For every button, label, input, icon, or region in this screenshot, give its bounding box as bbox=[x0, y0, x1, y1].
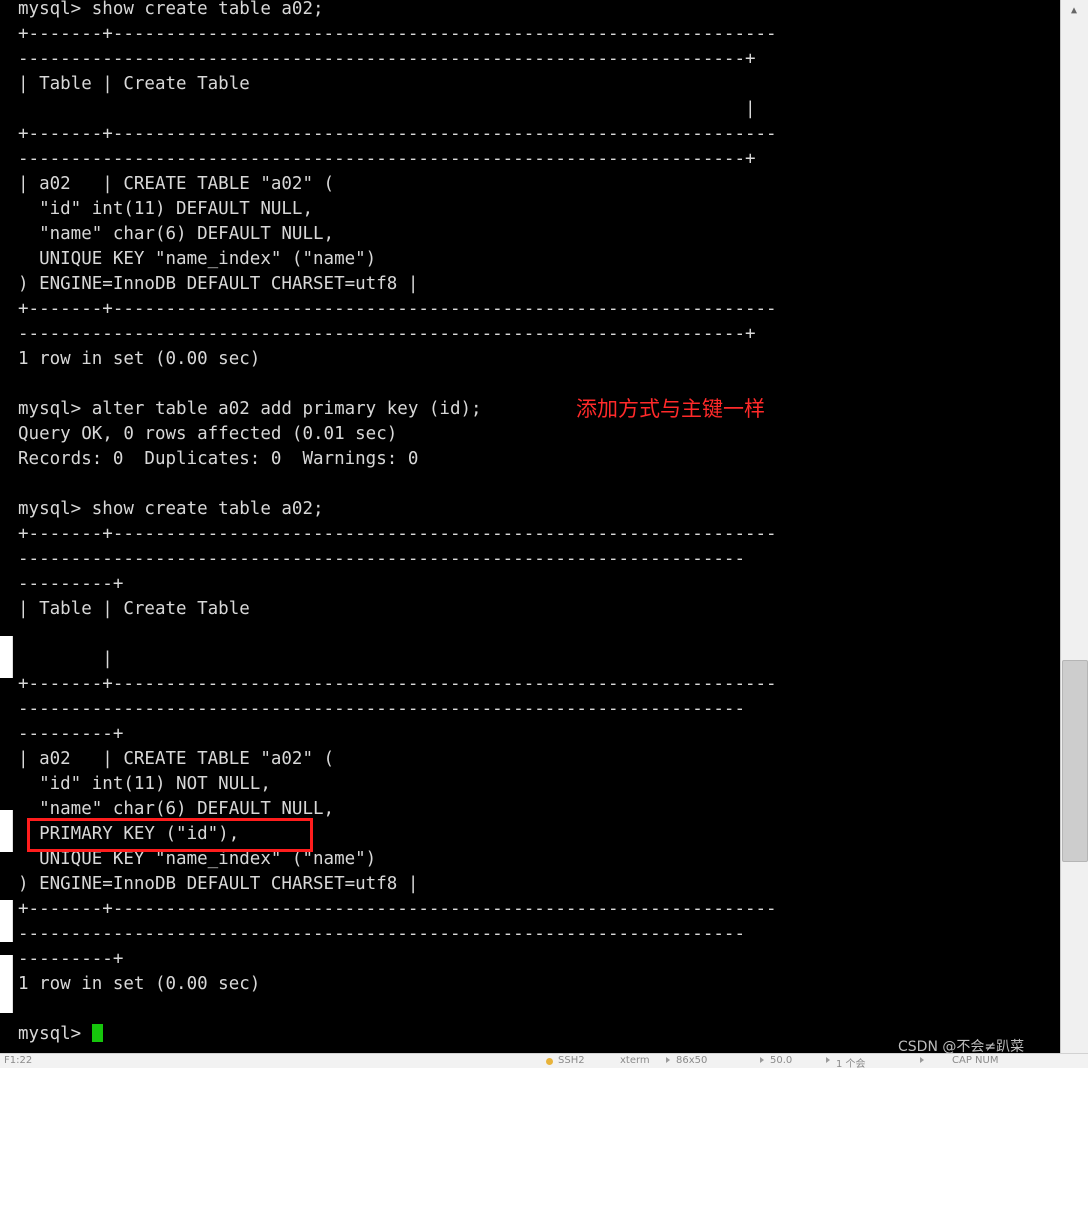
terminal-line: ) ENGINE=InnoDB DEFAULT CHARSET=utf8 | bbox=[18, 274, 419, 294]
terminal-scrollbar-track[interactable] bbox=[1060, 0, 1088, 1053]
screenshot-root: mysql> show create table a02; +-------+--… bbox=[0, 0, 1088, 1070]
terminal-cursor bbox=[91, 1024, 103, 1042]
status-separator-icon-4 bbox=[920, 1057, 924, 1063]
terminal-line: ----------------------------------------… bbox=[18, 924, 745, 944]
terminal-line: ----------------------------------------… bbox=[18, 699, 745, 719]
window-edge-segment-1 bbox=[0, 636, 13, 678]
annotation-highlight-box bbox=[27, 818, 313, 852]
status-bar: F1:22 SSH2 xterm 86x50 50.0 1 个会 CAP NUM bbox=[0, 1053, 1088, 1070]
status-separator-icon-2 bbox=[760, 1057, 764, 1063]
terminal-output-area[interactable]: mysql> show create table a02; +-------+--… bbox=[0, 0, 1060, 1053]
terminal-line: mysql> show create table a02; bbox=[18, 499, 324, 519]
terminal-line: | bbox=[18, 649, 113, 669]
terminal-line: "id" int(11) DEFAULT NULL, bbox=[18, 199, 314, 219]
status-keyboard-state: CAP NUM bbox=[952, 1055, 999, 1066]
terminal-line: | a02 | CREATE TABLE "a02" ( bbox=[18, 749, 335, 769]
scroll-up-arrow-icon[interactable]: ▲ bbox=[1062, 2, 1086, 20]
terminal-line: "id" int(11) NOT NULL, bbox=[18, 774, 271, 794]
status-session-count: 1 个会 bbox=[836, 1059, 866, 1070]
status-terminal-type: xterm bbox=[620, 1055, 650, 1066]
terminal-scrollbar-thumb[interactable] bbox=[1062, 660, 1088, 862]
status-terminal-size: 86x50 bbox=[676, 1055, 708, 1066]
terminal-lines: mysql> show create table a02; +-------+--… bbox=[18, 0, 1060, 1047]
terminal-line: +-------+-------------------------------… bbox=[18, 299, 777, 319]
status-left-label: F1:22 bbox=[4, 1055, 33, 1066]
terminal-line: ---------+ bbox=[18, 949, 124, 969]
terminal-line: +-------+-------------------------------… bbox=[18, 674, 777, 694]
terminal-line: 1 row in set (0.00 sec) bbox=[18, 349, 261, 369]
terminal-line: ---------+ bbox=[18, 574, 124, 594]
terminal-line: +-------+-------------------------------… bbox=[18, 524, 777, 544]
terminal-line: ----------------------------------------… bbox=[18, 149, 756, 169]
window-edge-segment-3 bbox=[0, 900, 13, 942]
terminal-line: ---------+ bbox=[18, 724, 124, 744]
terminal-line: | Table | Create Table bbox=[18, 74, 250, 94]
terminal-line: Records: 0 Duplicates: 0 Warnings: 0 bbox=[18, 449, 419, 469]
terminal-line: ) ENGINE=InnoDB DEFAULT CHARSET=utf8 | bbox=[18, 874, 419, 894]
terminal-line: mysql> show create table a02; bbox=[18, 0, 324, 19]
status-session-protocol: SSH2 bbox=[558, 1055, 585, 1066]
terminal-line: 1 row in set (0.00 sec) bbox=[18, 974, 261, 994]
terminal-line: | Table | Create Table bbox=[18, 599, 250, 619]
terminal-line: +-------+-------------------------------… bbox=[18, 24, 777, 44]
terminal-line: +-------+-------------------------------… bbox=[18, 899, 777, 919]
terminal-line: mysql> alter table a02 add primary key (… bbox=[18, 399, 482, 419]
terminal-line: "name" char(6) DEFAULT NULL, bbox=[18, 224, 335, 244]
window-edge-segment-2 bbox=[0, 810, 13, 852]
terminal-line: ----------------------------------------… bbox=[18, 49, 756, 69]
window-edge-segment-4 bbox=[0, 955, 13, 1013]
terminal-line: UNIQUE KEY "name_index" ("name") bbox=[18, 249, 377, 269]
terminal-line: ----------------------------------------… bbox=[18, 324, 756, 344]
terminal-line: Query OK, 0 rows affected (0.01 sec) bbox=[18, 424, 398, 444]
connection-indicator-icon bbox=[546, 1058, 553, 1065]
terminal-line: | bbox=[18, 99, 756, 119]
terminal-line: ----------------------------------------… bbox=[18, 549, 745, 569]
annotation-note: 添加方式与主键一样 bbox=[576, 397, 765, 421]
terminal-line: | a02 | CREATE TABLE "a02" ( bbox=[18, 174, 335, 194]
status-separator-icon-1 bbox=[666, 1057, 670, 1063]
terminal-line: +-------+-------------------------------… bbox=[18, 124, 777, 144]
status-separator-icon-3 bbox=[826, 1057, 830, 1063]
status-zoom-level: 50.0 bbox=[770, 1055, 793, 1066]
